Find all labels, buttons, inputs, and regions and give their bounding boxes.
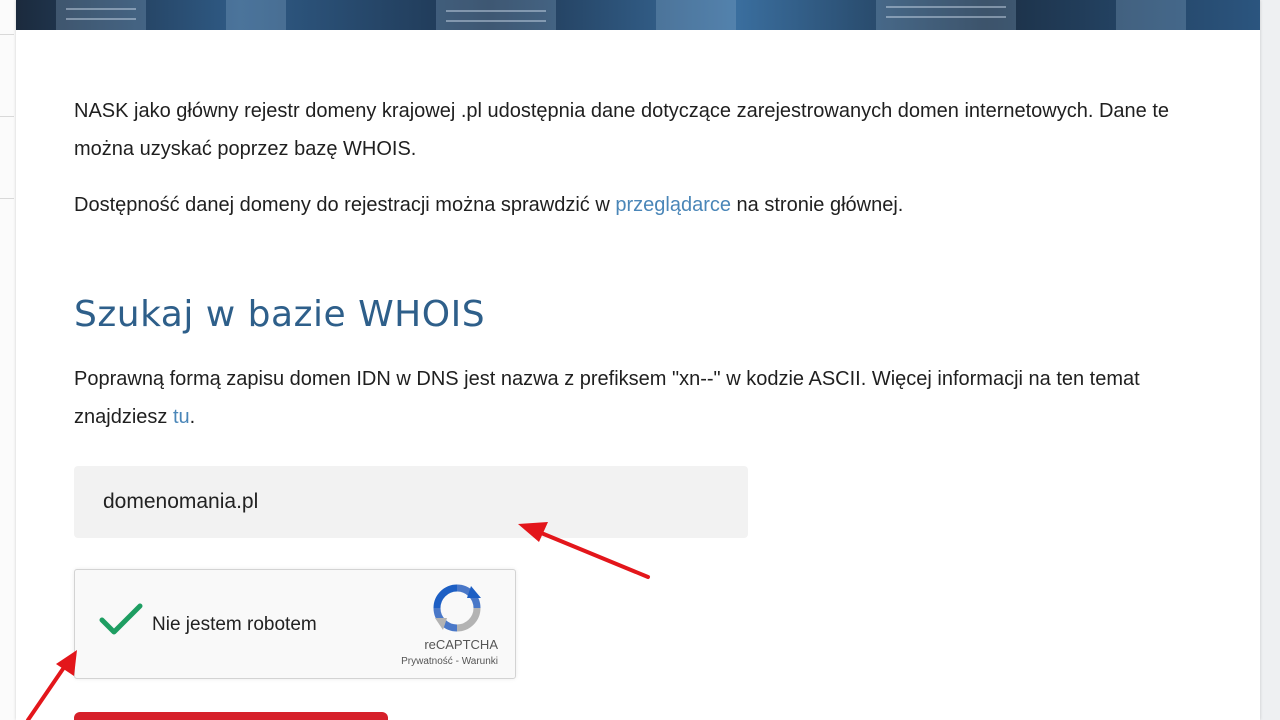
- banner-building: [436, 0, 556, 30]
- recaptcha-terms-links[interactable]: Prywatność - Warunki: [401, 656, 498, 667]
- gutter-divider: [0, 116, 14, 117]
- captcha-label: Nie jestem robotem: [152, 614, 317, 635]
- search-submit-button[interactable]: [74, 712, 388, 720]
- banner-window: [66, 8, 136, 10]
- idn-info-text-end: .: [189, 406, 196, 428]
- banner-building: [56, 0, 146, 30]
- banner-window: [886, 16, 1006, 18]
- intro-section: NASK jako główny rejestr domeny krajowej…: [74, 92, 1224, 224]
- recaptcha-widget[interactable]: Nie jestem robotem reCAPTCHA Prywatność …: [74, 569, 516, 679]
- main-card: NASK jako główny rejestr domeny krajowej…: [16, 0, 1260, 720]
- banner-window: [446, 20, 546, 22]
- availability-text-end: na stronie głównej.: [731, 194, 904, 216]
- availability-text: Dostępność danej domeny do rejestracji m…: [74, 194, 616, 216]
- banner-building: [876, 0, 1016, 30]
- availability-paragraph: Dostępność danej domeny do rejestracji m…: [74, 186, 1224, 224]
- browser-link[interactable]: przeglądarce: [615, 194, 731, 216]
- checkmark-icon[interactable]: [99, 602, 143, 643]
- idn-info-link[interactable]: tu: [173, 406, 190, 428]
- domain-search-input[interactable]: [74, 466, 748, 538]
- banner-window: [886, 6, 1006, 8]
- recaptcha-logo-icon: [433, 584, 481, 637]
- recaptcha-brand: reCAPTCHA: [424, 637, 498, 652]
- left-gutter: [0, 0, 16, 720]
- gutter-divider: [0, 34, 14, 35]
- header-banner-image: [16, 0, 1260, 30]
- idn-info-paragraph: Poprawną formą zapisu domen IDN w DNS je…: [74, 360, 1224, 436]
- right-gutter: [1260, 0, 1280, 720]
- gutter-divider: [0, 198, 14, 199]
- idn-info-text: Poprawną formą zapisu domen IDN w DNS je…: [74, 368, 1140, 428]
- whois-title: Szukaj w bazie WHOIS: [74, 294, 486, 335]
- intro-paragraph: NASK jako główny rejestr domeny krajowej…: [74, 100, 1170, 160]
- banner-building: [1116, 0, 1186, 30]
- banner-window: [66, 18, 136, 20]
- banner-building: [656, 0, 736, 30]
- banner-building: [226, 0, 286, 30]
- banner-window: [446, 10, 546, 12]
